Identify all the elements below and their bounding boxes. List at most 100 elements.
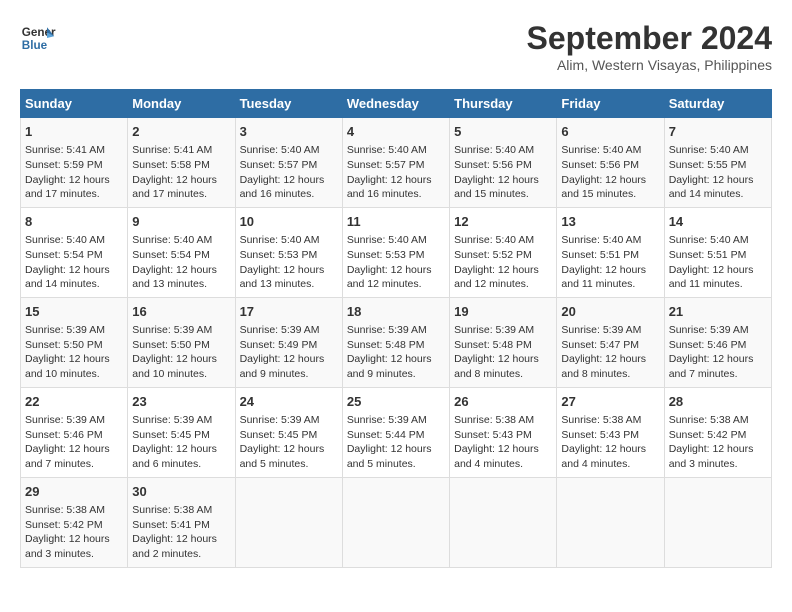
weekday-header-friday: Friday [557, 90, 664, 118]
calendar-week-row: 22 Sunrise: 5:39 AM Sunset: 5:46 PM Dayli… [21, 387, 772, 477]
calendar-week-row: 15 Sunrise: 5:39 AM Sunset: 5:50 PM Dayli… [21, 297, 772, 387]
day-number: 18 [347, 303, 445, 321]
day-number: 9 [132, 213, 230, 231]
day-number: 5 [454, 123, 552, 141]
calendar-cell: 8 Sunrise: 5:40 AM Sunset: 5:54 PM Daylig… [21, 207, 128, 297]
calendar-cell: 30 Sunrise: 5:38 AM Sunset: 5:41 PM Dayli… [128, 477, 235, 567]
day-number: 2 [132, 123, 230, 141]
day-number: 7 [669, 123, 767, 141]
day-info: Sunrise: 5:40 AM Sunset: 5:56 PM Dayligh… [454, 143, 552, 202]
day-info: Sunrise: 5:38 AM Sunset: 5:41 PM Dayligh… [132, 503, 230, 562]
calendar-cell: 27 Sunrise: 5:38 AM Sunset: 5:43 PM Dayli… [557, 387, 664, 477]
day-info: Sunrise: 5:39 AM Sunset: 5:45 PM Dayligh… [240, 413, 338, 472]
weekday-header-wednesday: Wednesday [342, 90, 449, 118]
calendar-cell: 3Sunrise: 5:40 AM Sunset: 5:57 PM Daylig… [235, 118, 342, 208]
weekday-header-tuesday: Tuesday [235, 90, 342, 118]
day-info: Sunrise: 5:40 AM Sunset: 5:57 PM Dayligh… [347, 143, 445, 202]
day-number: 4 [347, 123, 445, 141]
day-info: Sunrise: 5:39 AM Sunset: 5:47 PM Dayligh… [561, 323, 659, 382]
day-number: 26 [454, 393, 552, 411]
calendar-cell: 23 Sunrise: 5:39 AM Sunset: 5:45 PM Dayli… [128, 387, 235, 477]
day-info: Sunrise: 5:39 AM Sunset: 5:50 PM Dayligh… [132, 323, 230, 382]
calendar-cell: 24 Sunrise: 5:39 AM Sunset: 5:45 PM Dayli… [235, 387, 342, 477]
day-info: Sunrise: 5:38 AM Sunset: 5:42 PM Dayligh… [25, 503, 123, 562]
weekday-header-row: SundayMondayTuesdayWednesdayThursdayFrid… [21, 90, 772, 118]
calendar-cell [235, 477, 342, 567]
day-info: Sunrise: 5:39 AM Sunset: 5:50 PM Dayligh… [25, 323, 123, 382]
day-number: 23 [132, 393, 230, 411]
day-info: Sunrise: 5:38 AM Sunset: 5:43 PM Dayligh… [561, 413, 659, 472]
calendar-cell [557, 477, 664, 567]
logo: General Blue [20, 20, 56, 56]
day-number: 21 [669, 303, 767, 321]
day-info: Sunrise: 5:40 AM Sunset: 5:51 PM Dayligh… [669, 233, 767, 292]
day-info: Sunrise: 5:40 AM Sunset: 5:56 PM Dayligh… [561, 143, 659, 202]
day-number: 3 [240, 123, 338, 141]
logo-icon: General Blue [20, 20, 56, 56]
day-info: Sunrise: 5:40 AM Sunset: 5:53 PM Dayligh… [240, 233, 338, 292]
calendar-week-row: 29 Sunrise: 5:38 AM Sunset: 5:42 PM Dayli… [21, 477, 772, 567]
svg-text:Blue: Blue [22, 39, 48, 52]
day-number: 10 [240, 213, 338, 231]
day-number: 14 [669, 213, 767, 231]
day-number: 20 [561, 303, 659, 321]
day-number: 17 [240, 303, 338, 321]
calendar-cell [450, 477, 557, 567]
calendar-cell: 25 Sunrise: 5:39 AM Sunset: 5:44 PM Dayli… [342, 387, 449, 477]
calendar-cell: 5 Sunrise: 5:40 AM Sunset: 5:56 PM Daylig… [450, 118, 557, 208]
day-number: 12 [454, 213, 552, 231]
day-number: 29 [25, 483, 123, 501]
day-number: 24 [240, 393, 338, 411]
day-number: 6 [561, 123, 659, 141]
calendar-cell: 17 Sunrise: 5:39 AM Sunset: 5:49 PM Dayli… [235, 297, 342, 387]
day-number: 27 [561, 393, 659, 411]
weekday-header-saturday: Saturday [664, 90, 771, 118]
calendar-cell: 18 Sunrise: 5:39 AM Sunset: 5:48 PM Dayli… [342, 297, 449, 387]
day-info: Sunrise: 5:39 AM Sunset: 5:44 PM Dayligh… [347, 413, 445, 472]
calendar-cell: 14 Sunrise: 5:40 AM Sunset: 5:51 PM Dayli… [664, 207, 771, 297]
day-info: Sunrise: 5:40 AM Sunset: 5:54 PM Dayligh… [25, 233, 123, 292]
calendar-cell: 26 Sunrise: 5:38 AM Sunset: 5:43 PM Dayli… [450, 387, 557, 477]
calendar-week-row: 1Sunrise: 5:41 AM Sunset: 5:59 PM Daylig… [21, 118, 772, 208]
calendar-cell: 21 Sunrise: 5:39 AM Sunset: 5:46 PM Dayli… [664, 297, 771, 387]
day-info: Sunrise: 5:39 AM Sunset: 5:46 PM Dayligh… [669, 323, 767, 382]
day-number: 1 [25, 123, 123, 141]
page-header: General Blue September 2024 Alim, Wester… [20, 20, 772, 73]
day-info: Sunrise: 5:40 AM Sunset: 5:53 PM Dayligh… [347, 233, 445, 292]
calendar-cell [342, 477, 449, 567]
calendar-cell: 13 Sunrise: 5:40 AM Sunset: 5:51 PM Dayli… [557, 207, 664, 297]
calendar-table: SundayMondayTuesdayWednesdayThursdayFrid… [20, 89, 772, 568]
day-info: Sunrise: 5:39 AM Sunset: 5:45 PM Dayligh… [132, 413, 230, 472]
day-info: Sunrise: 5:40 AM Sunset: 5:54 PM Dayligh… [132, 233, 230, 292]
day-info: Sunrise: 5:40 AM Sunset: 5:52 PM Dayligh… [454, 233, 552, 292]
day-info: Sunrise: 5:39 AM Sunset: 5:49 PM Dayligh… [240, 323, 338, 382]
day-info: Sunrise: 5:39 AM Sunset: 5:46 PM Dayligh… [25, 413, 123, 472]
day-info: Sunrise: 5:38 AM Sunset: 5:42 PM Dayligh… [669, 413, 767, 472]
calendar-cell [664, 477, 771, 567]
calendar-cell: 7Sunrise: 5:40 AM Sunset: 5:55 PM Daylig… [664, 118, 771, 208]
day-info: Sunrise: 5:38 AM Sunset: 5:43 PM Dayligh… [454, 413, 552, 472]
day-number: 13 [561, 213, 659, 231]
day-number: 15 [25, 303, 123, 321]
day-number: 28 [669, 393, 767, 411]
calendar-cell: 11Sunrise: 5:40 AM Sunset: 5:53 PM Dayli… [342, 207, 449, 297]
title-block: September 2024 Alim, Western Visayas, Ph… [527, 20, 772, 73]
calendar-cell: 16Sunrise: 5:39 AM Sunset: 5:50 PM Dayli… [128, 297, 235, 387]
day-number: 22 [25, 393, 123, 411]
day-number: 30 [132, 483, 230, 501]
calendar-cell: 2Sunrise: 5:41 AM Sunset: 5:58 PM Daylig… [128, 118, 235, 208]
calendar-cell: 28 Sunrise: 5:38 AM Sunset: 5:42 PM Dayli… [664, 387, 771, 477]
calendar-week-row: 8 Sunrise: 5:40 AM Sunset: 5:54 PM Daylig… [21, 207, 772, 297]
calendar-cell: 15 Sunrise: 5:39 AM Sunset: 5:50 PM Dayli… [21, 297, 128, 387]
day-info: Sunrise: 5:39 AM Sunset: 5:48 PM Dayligh… [347, 323, 445, 382]
day-info: Sunrise: 5:40 AM Sunset: 5:51 PM Dayligh… [561, 233, 659, 292]
day-number: 25 [347, 393, 445, 411]
month-title: September 2024 [527, 20, 772, 57]
calendar-cell: 29 Sunrise: 5:38 AM Sunset: 5:42 PM Dayli… [21, 477, 128, 567]
location-subtitle: Alim, Western Visayas, Philippines [527, 57, 772, 73]
calendar-cell: 12 Sunrise: 5:40 AM Sunset: 5:52 PM Dayli… [450, 207, 557, 297]
day-number: 8 [25, 213, 123, 231]
calendar-cell: 22 Sunrise: 5:39 AM Sunset: 5:46 PM Dayli… [21, 387, 128, 477]
day-number: 19 [454, 303, 552, 321]
calendar-cell: 9 Sunrise: 5:40 AM Sunset: 5:54 PM Daylig… [128, 207, 235, 297]
